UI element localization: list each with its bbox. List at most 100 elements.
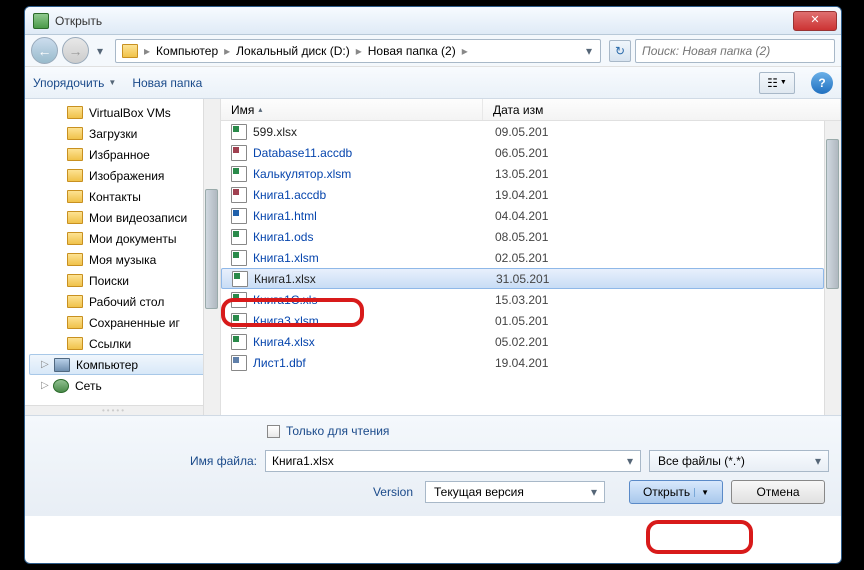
expand-icon[interactable]: ▷ [41,359,51,370]
file-row[interactable]: Книга4.xlsx05.02.201 [221,331,824,352]
scrollbar-thumb[interactable] [205,189,218,309]
chevron-right-icon[interactable]: ▸ [142,44,152,58]
file-date: 19.04.201 [495,188,548,202]
file-name: Книга3.xlsm [253,314,489,328]
chevron-down-icon: ▼ [108,78,116,87]
close-button[interactable]: ✕ [793,11,837,31]
cancel-button[interactable]: Отмена [731,480,825,504]
file-date: 01.05.201 [495,314,548,328]
file-row[interactable]: Книга1.html04.04.201 [221,205,824,226]
readonly-checkbox-row: Только для чтения [37,424,829,438]
sidebar-item[interactable]: Поиски [25,270,220,291]
organize-menu[interactable]: Упорядочить ▼ [33,76,116,90]
sidebar-item[interactable]: Рабочий стол [25,291,220,312]
file-row[interactable]: Лист1.dbf19.04.201 [221,352,824,373]
folder-icon [67,253,83,266]
sidebar-item[interactable]: Контакты [25,186,220,207]
file-row[interactable]: Книга1С.xls15.03.201 [221,289,824,310]
chevron-right-icon[interactable]: ▸ [354,44,364,58]
sidebar-scrollbar[interactable] [203,99,220,415]
scrollbar-thumb[interactable] [826,139,839,289]
file-icon [231,166,247,182]
sidebar-item[interactable]: Ссылки [25,333,220,354]
sidebar-item[interactable]: Загрузки [25,123,220,144]
file-name: 599.xlsx [253,125,489,139]
forward-button[interactable]: → [62,37,89,64]
new-folder-button[interactable]: Новая папка [132,76,202,90]
breadcrumb-item[interactable]: Новая папка (2) [364,44,460,58]
nav-bar: ← → ▾ ▸ Компьютер ▸ Локальный диск (D:) … [25,35,841,67]
sidebar-item-computer[interactable]: ▷ Компьютер [29,354,216,375]
folder-icon [67,211,83,224]
file-icon [231,145,247,161]
chevron-right-icon[interactable]: ▸ [460,44,470,58]
sidebar-item-label: Моя музыка [89,253,156,267]
view-mode-button[interactable]: ☷ ▼ [759,72,795,94]
file-icon [231,355,247,371]
readonly-label: Только для чтения [286,424,389,438]
folder-icon [67,316,83,329]
breadcrumb-bar[interactable]: ▸ Компьютер ▸ Локальный диск (D:) ▸ Нова… [115,39,601,63]
folder-icon [67,337,83,350]
sidebar-resize-handle[interactable]: ••••• [25,405,203,415]
file-row[interactable]: Книга1.accdb 19.04.201 [221,184,824,205]
file-name: Книга1.accdb [253,188,489,202]
content-area: VirtualBox VMs ЗагрузкиИзбранноеИзображен… [25,99,841,415]
refresh-button[interactable]: ↻ [609,40,631,62]
sidebar-item[interactable]: Мои видеозаписи [25,207,220,228]
back-button[interactable]: ← [31,37,58,64]
file-icon [231,313,247,329]
file-name: Книга1.ods [253,230,489,244]
file-row[interactable]: Database11.accdb06.05.201 [221,142,824,163]
file-row[interactable]: Книга1.ods08.05.201 [221,226,824,247]
column-header-date[interactable]: Дата изм [483,99,841,120]
expand-icon[interactable]: ▷ [41,380,51,391]
sidebar-item[interactable]: Изображения [25,165,220,186]
open-button[interactable]: Открыть ▼ [629,480,723,504]
file-name: Database11.accdb [253,146,489,160]
breadcrumb-item[interactable]: Локальный диск (D:) [232,44,354,58]
sidebar-item[interactable]: Сохраненные иг [25,312,220,333]
file-row[interactable]: Калькулятор.xlsm13.05.201 [221,163,824,184]
chevron-down-icon[interactable]: ▾ [622,454,638,468]
sidebar-item[interactable]: Избранное [25,144,220,165]
folder-icon [67,295,83,308]
open-dialog: Открыть ✕ ← → ▾ ▸ Компьютер ▸ Локальный … [24,6,842,564]
readonly-checkbox[interactable] [267,425,280,438]
filename-input[interactable]: Книга1.xlsx ▾ [265,450,641,472]
chevron-down-icon[interactable]: ▼ [694,488,709,497]
help-button[interactable]: ? [811,72,833,94]
file-name: Книга1.html [253,209,489,223]
file-list-scrollbar[interactable] [824,121,841,415]
file-icon [231,229,247,245]
breadcrumb-dropdown[interactable]: ▾ [580,44,598,58]
sidebar-item[interactable]: Моя музыка [25,249,220,270]
sidebar-item[interactable]: Мои документы [25,228,220,249]
sidebar-item-label: VirtualBox VMs [89,106,171,120]
file-name: Книга1.xlsm [253,251,489,265]
file-list-panel: Имя ▴ Дата изм 599.xlsx 09.05.201 Database… [221,99,841,415]
file-icon [231,334,247,350]
breadcrumb-item[interactable]: Компьютер [152,44,222,58]
file-name: Книга1С.xls [253,293,489,307]
sidebar-item-label: Мои документы [89,232,176,246]
column-header-name[interactable]: Имя ▴ [221,99,483,120]
file-icon [232,271,248,287]
chevron-right-icon[interactable]: ▸ [222,44,232,58]
nav-history-dropdown[interactable]: ▾ [93,44,107,58]
folder-icon [67,190,83,203]
chevron-down-icon[interactable]: ▾ [810,454,826,468]
file-row[interactable]: Книга3.xlsm 01.05.201 [221,310,824,331]
version-select[interactable]: Текущая версия ▾ [425,481,605,503]
file-date: 09.05.201 [495,125,548,139]
sidebar-item[interactable]: VirtualBox VMs [25,102,220,123]
file-type-filter[interactable]: Все файлы (*.*) ▾ [649,450,829,472]
search-input[interactable] [635,39,835,63]
file-row[interactable]: Книга1.xlsx31.05.201 [221,268,824,289]
sidebar-item-network[interactable]: ▷ Сеть [25,375,220,396]
chevron-down-icon[interactable]: ▾ [586,485,602,499]
file-row[interactable]: Книга1.xlsm02.05.201 [221,247,824,268]
file-row[interactable]: 599.xlsx 09.05.201 [221,121,824,142]
file-icon [231,187,247,203]
sidebar: VirtualBox VMs ЗагрузкиИзбранноеИзображен… [25,99,221,415]
